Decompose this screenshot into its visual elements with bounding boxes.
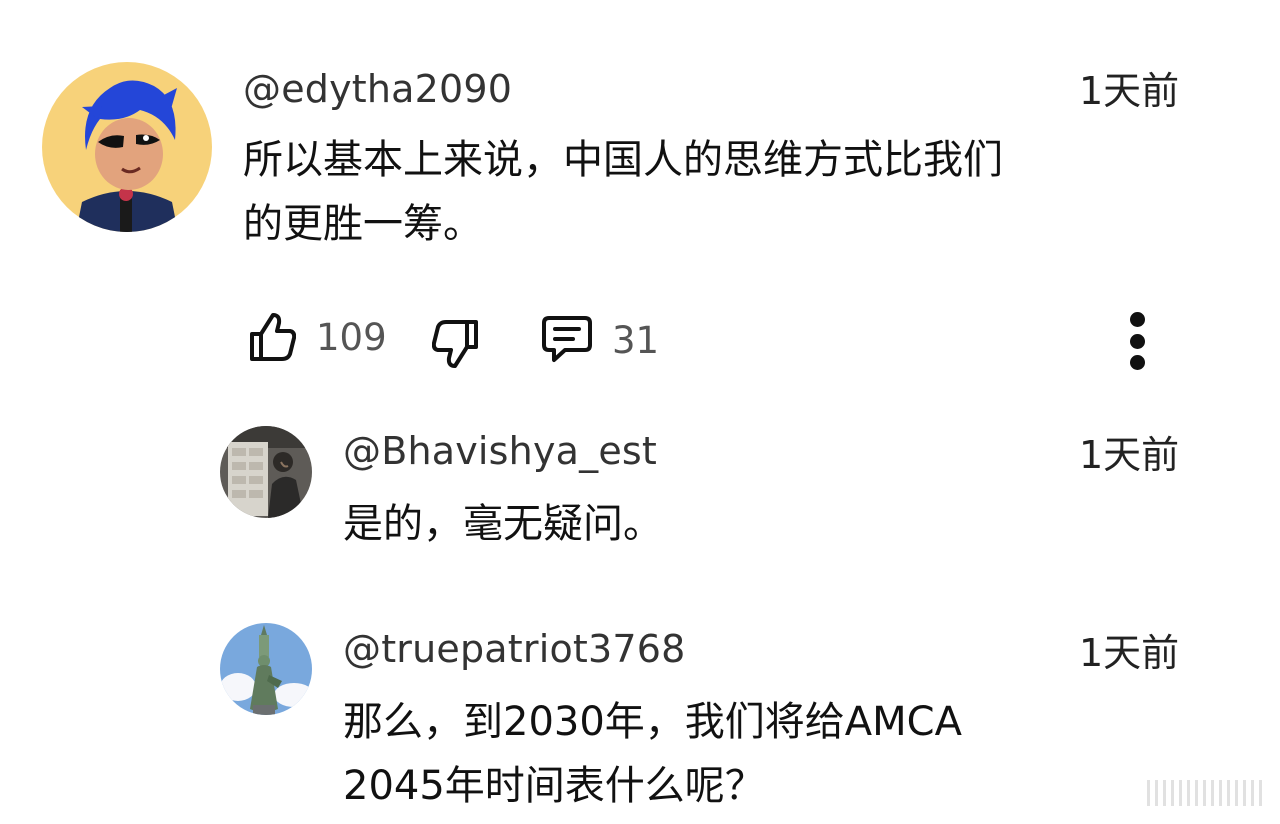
comment-text: 所以基本上来说，中国人的思维方式比我们 的更胜一筹。	[243, 137, 1003, 247]
anime-avatar-icon	[42, 62, 212, 232]
more-options-button[interactable]	[1122, 312, 1152, 370]
more-vertical-icon	[1129, 312, 1145, 327]
avatar[interactable]	[220, 426, 312, 518]
thumbs-down-icon	[432, 320, 478, 368]
photo-avatar-icon	[220, 426, 312, 518]
avatar[interactable]	[220, 623, 312, 715]
timestamp[interactable]: 1天前	[1079, 72, 1179, 110]
avatar[interactable]	[42, 62, 212, 232]
comment-icon	[542, 316, 592, 362]
like-button[interactable]: 109	[248, 311, 387, 363]
timestamp[interactable]: 1天前	[1079, 634, 1179, 672]
comment-text: 是的，毫无疑问。	[343, 501, 663, 547]
reply-count: 31	[612, 318, 660, 362]
username[interactable]: @Bhavishya_est	[343, 432, 657, 470]
statue-of-liberty-avatar-icon	[220, 623, 312, 715]
like-count: 109	[316, 315, 387, 359]
username[interactable]: @edytha2090	[243, 70, 512, 108]
reply-button[interactable]: 31	[540, 314, 659, 366]
dislike-button[interactable]	[432, 318, 480, 370]
watermark-mark	[1147, 780, 1262, 806]
thumbs-up-icon	[250, 313, 296, 361]
comment-text: 那么，到2030年，我们将给AMCA 2045年时间表什么呢？	[343, 699, 962, 809]
timestamp[interactable]: 1天前	[1079, 436, 1179, 474]
username[interactable]: @truepatriot3768	[343, 630, 686, 668]
